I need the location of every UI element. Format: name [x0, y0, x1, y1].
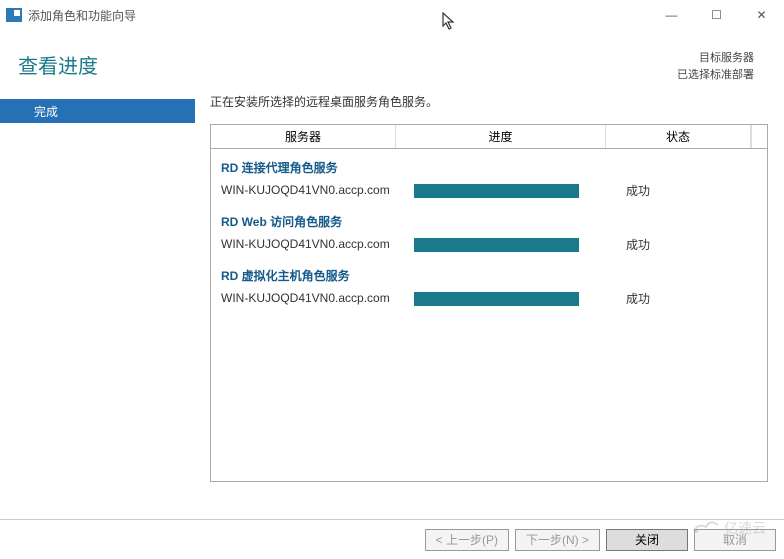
window-controls: — ☐ ✕ [649, 0, 784, 30]
progress-cell [396, 184, 606, 198]
header-target: 目标服务器 已选择标准部署 [677, 50, 754, 83]
table-header: 服务器 进度 状态 [211, 125, 767, 149]
status-cell: 成功 [606, 290, 650, 307]
prev-button: < 上一步(P) [425, 529, 509, 551]
progress-bar [414, 292, 579, 306]
close-button[interactable]: ✕ [739, 0, 784, 30]
role-title: RD 连接代理角色服务 [211, 155, 767, 182]
minimize-button[interactable]: — [649, 0, 694, 30]
role-group: RD 连接代理角色服务 WIN-KUJOQD41VN0.accp.com 成功 [211, 155, 767, 207]
role-title: RD Web 访问角色服务 [211, 209, 767, 236]
server-name: WIN-KUJOQD41VN0.accp.com [221, 291, 396, 307]
server-row: WIN-KUJOQD41VN0.accp.com 成功 [211, 236, 767, 261]
progress-panel: 服务器 进度 状态 RD 连接代理角色服务 WIN-KUJOQD41VN0.ac… [210, 124, 768, 482]
server-row: WIN-KUJOQD41VN0.accp.com 成功 [211, 182, 767, 207]
progress-bar [414, 238, 579, 252]
target-server-value: 已选择标准部署 [677, 67, 754, 84]
main-content: 正在安装所选择的远程桌面服务角色服务。 服务器 进度 状态 RD 连接代理角色服… [195, 93, 768, 482]
role-group: RD 虚拟化主机角色服务 WIN-KUJOQD41VN0.accp.com 成功 [211, 263, 767, 315]
server-row: WIN-KUJOQD41VN0.accp.com 成功 [211, 290, 767, 315]
status-cell: 成功 [606, 182, 650, 199]
window-title: 添加角色和功能向导 [28, 7, 136, 24]
svg-text:亿速云: 亿速云 [724, 520, 766, 536]
col-server[interactable]: 服务器 [211, 125, 396, 148]
instruction-text: 正在安装所选择的远程桌面服务角色服务。 [210, 93, 768, 110]
watermark: 亿速云 [690, 513, 770, 541]
progress-bar [414, 184, 579, 198]
titlebar: 添加角色和功能向导 — ☐ ✕ [0, 0, 784, 30]
close-wizard-button[interactable]: 关闭 [606, 529, 688, 551]
server-name: WIN-KUJOQD41VN0.accp.com [221, 237, 396, 253]
status-cell: 成功 [606, 236, 650, 253]
progress-cell [396, 292, 606, 306]
col-status[interactable]: 状态 [606, 125, 751, 148]
server-name: WIN-KUJOQD41VN0.accp.com [221, 183, 396, 199]
sidebar: 完成 [0, 93, 195, 482]
next-button: 下一步(N) > [515, 529, 600, 551]
body: 完成 正在安装所选择的远程桌面服务角色服务。 服务器 进度 状态 RD 连接代理… [0, 93, 784, 482]
app-icon [6, 8, 22, 22]
panel-body: RD 连接代理角色服务 WIN-KUJOQD41VN0.accp.com 成功 … [211, 149, 767, 315]
titlebar-left: 添加角色和功能向导 [6, 7, 136, 24]
role-group: RD Web 访问角色服务 WIN-KUJOQD41VN0.accp.com 成… [211, 209, 767, 261]
col-progress[interactable]: 进度 [396, 125, 606, 148]
target-server-label: 目标服务器 [677, 50, 754, 67]
page-title: 查看进度 [18, 50, 98, 79]
maximize-button[interactable]: ☐ [694, 0, 739, 30]
sidebar-item-complete[interactable]: 完成 [0, 99, 195, 123]
footer: < 上一步(P) 下一步(N) > 关闭 取消 [0, 519, 784, 559]
role-title: RD 虚拟化主机角色服务 [211, 263, 767, 290]
progress-cell [396, 238, 606, 252]
header: 查看进度 目标服务器 已选择标准部署 [0, 30, 784, 93]
scrollbar-header [751, 125, 767, 148]
